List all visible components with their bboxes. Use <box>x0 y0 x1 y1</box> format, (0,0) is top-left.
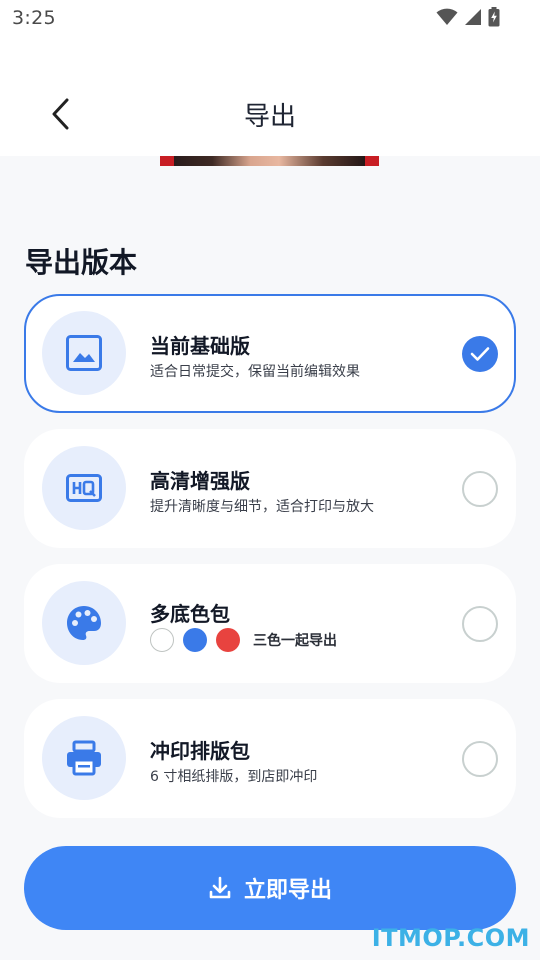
photo-preview <box>160 156 379 166</box>
app-header: 导出 <box>0 40 540 156</box>
option-icon-container <box>42 581 126 665</box>
option-icon-container <box>42 446 126 530</box>
photo-preview-image <box>174 156 365 166</box>
status-time: 3:25 <box>12 7 56 29</box>
checkmark-icon <box>470 347 490 361</box>
option-radio[interactable] <box>462 471 498 507</box>
swatch-red <box>216 628 240 652</box>
download-icon <box>209 876 231 899</box>
cellular-signal-icon <box>465 9 481 25</box>
export-now-button[interactable]: 立即导出 <box>24 846 516 930</box>
option-icon-container <box>42 716 126 800</box>
printer-icon <box>67 740 101 776</box>
option-multi-background[interactable]: 多底色包 三色一起导出 <box>24 564 516 683</box>
image-icon <box>66 335 102 371</box>
option-title: 冲印排版包 <box>150 739 250 763</box>
option-description: 6 寸相纸排版，到店即冲印 <box>150 769 318 785</box>
export-button-label: 立即导出 <box>243 878 332 903</box>
option-basic[interactable]: 当前基础版 适合日常提交，保留当前编辑效果 <box>24 294 516 413</box>
option-title: 多底色包 <box>150 602 230 626</box>
option-icon-container <box>42 311 126 395</box>
page-title: 导出 <box>243 102 296 132</box>
option-radio[interactable] <box>462 741 498 777</box>
swatches-caption: 三色一起导出 <box>253 633 337 649</box>
swatch-blue <box>183 628 207 652</box>
option-title: 当前基础版 <box>150 334 250 358</box>
option-radio[interactable] <box>462 606 498 642</box>
color-swatches: 三色一起导出 <box>150 628 337 652</box>
option-title: 高清增强版 <box>150 469 250 493</box>
status-bar: 3:25 <box>0 0 540 40</box>
section-title: 导出版本 <box>25 246 138 279</box>
palette-icon <box>67 606 101 640</box>
swatch-white <box>150 628 174 652</box>
battery-charging-icon <box>488 7 500 27</box>
option-hd[interactable]: 高清增强版 提升清晰度与细节，适合打印与放大 <box>24 429 516 548</box>
status-icons <box>436 7 500 27</box>
option-description: 适合日常提交，保留当前编辑效果 <box>150 364 360 380</box>
option-description: 提升清晰度与细节，适合打印与放大 <box>150 499 374 515</box>
wifi-icon <box>436 8 458 25</box>
watermark: ITMOP.COM <box>371 924 530 952</box>
option-print-layout[interactable]: 冲印排版包 6 寸相纸排版，到店即冲印 <box>24 699 516 818</box>
option-radio-checked[interactable] <box>462 336 498 372</box>
hq-icon <box>66 474 102 502</box>
